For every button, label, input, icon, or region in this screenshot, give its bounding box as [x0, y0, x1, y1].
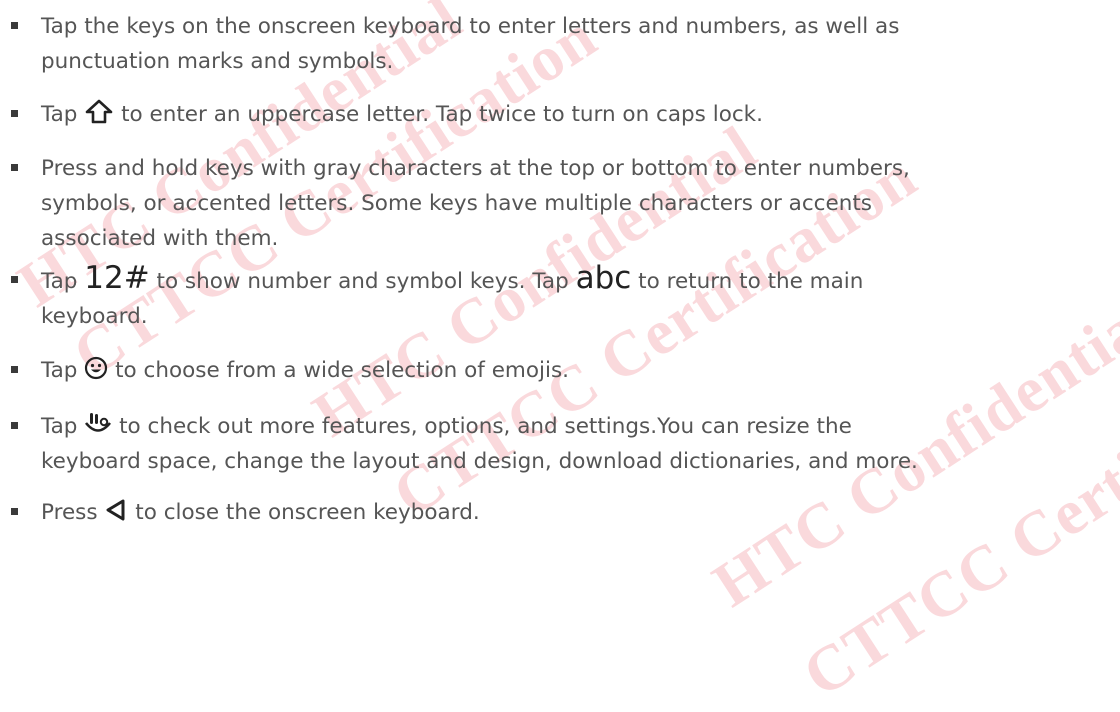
number-key-label: 12# — [84, 260, 150, 296]
text-segment: Tap — [41, 102, 78, 127]
text-line: associated with them. — [41, 226, 279, 251]
bullet-icon — [11, 366, 18, 373]
text-segment: to return to the main — [638, 269, 864, 294]
shift-arrow-icon — [84, 98, 114, 124]
text-line: Press and hold keys with gray characters… — [41, 156, 910, 181]
abc-key-label: abc — [575, 260, 632, 296]
bullet-icon — [11, 22, 18, 29]
text-line: keyboard space, change the layout and de… — [41, 449, 918, 474]
bullet-icon — [11, 110, 18, 117]
smiley-icon — [84, 356, 108, 380]
text-line: punctuation marks and symbols. — [41, 49, 394, 74]
bullet-icon — [11, 422, 18, 429]
text-segment: Tap — [41, 269, 78, 294]
text-segment: Tap — [41, 358, 78, 383]
text-segment: to show number and symbol keys. Tap — [156, 269, 569, 294]
text-line: keyboard. — [41, 304, 148, 329]
text-line: symbols, or accented letters. Some keys … — [41, 191, 872, 216]
keyboard-menu-icon — [84, 412, 112, 436]
text-line: Tap the keys on the onscreen keyboard to… — [41, 14, 900, 39]
bullet-icon — [11, 164, 18, 171]
bullet-icon — [11, 508, 18, 515]
text-segment: to enter an uppercase letter. Tap twice … — [121, 102, 763, 127]
bullet-icon — [11, 276, 18, 283]
text-segment: to check out more features, options, and… — [119, 414, 852, 439]
text-segment: to close the onscreen keyboard. — [135, 500, 480, 525]
text-segment: Press — [41, 500, 98, 525]
back-triangle-icon — [104, 498, 128, 522]
text-segment: to choose from a wide selection of emoji… — [115, 358, 570, 383]
text-segment: Tap — [41, 414, 78, 439]
